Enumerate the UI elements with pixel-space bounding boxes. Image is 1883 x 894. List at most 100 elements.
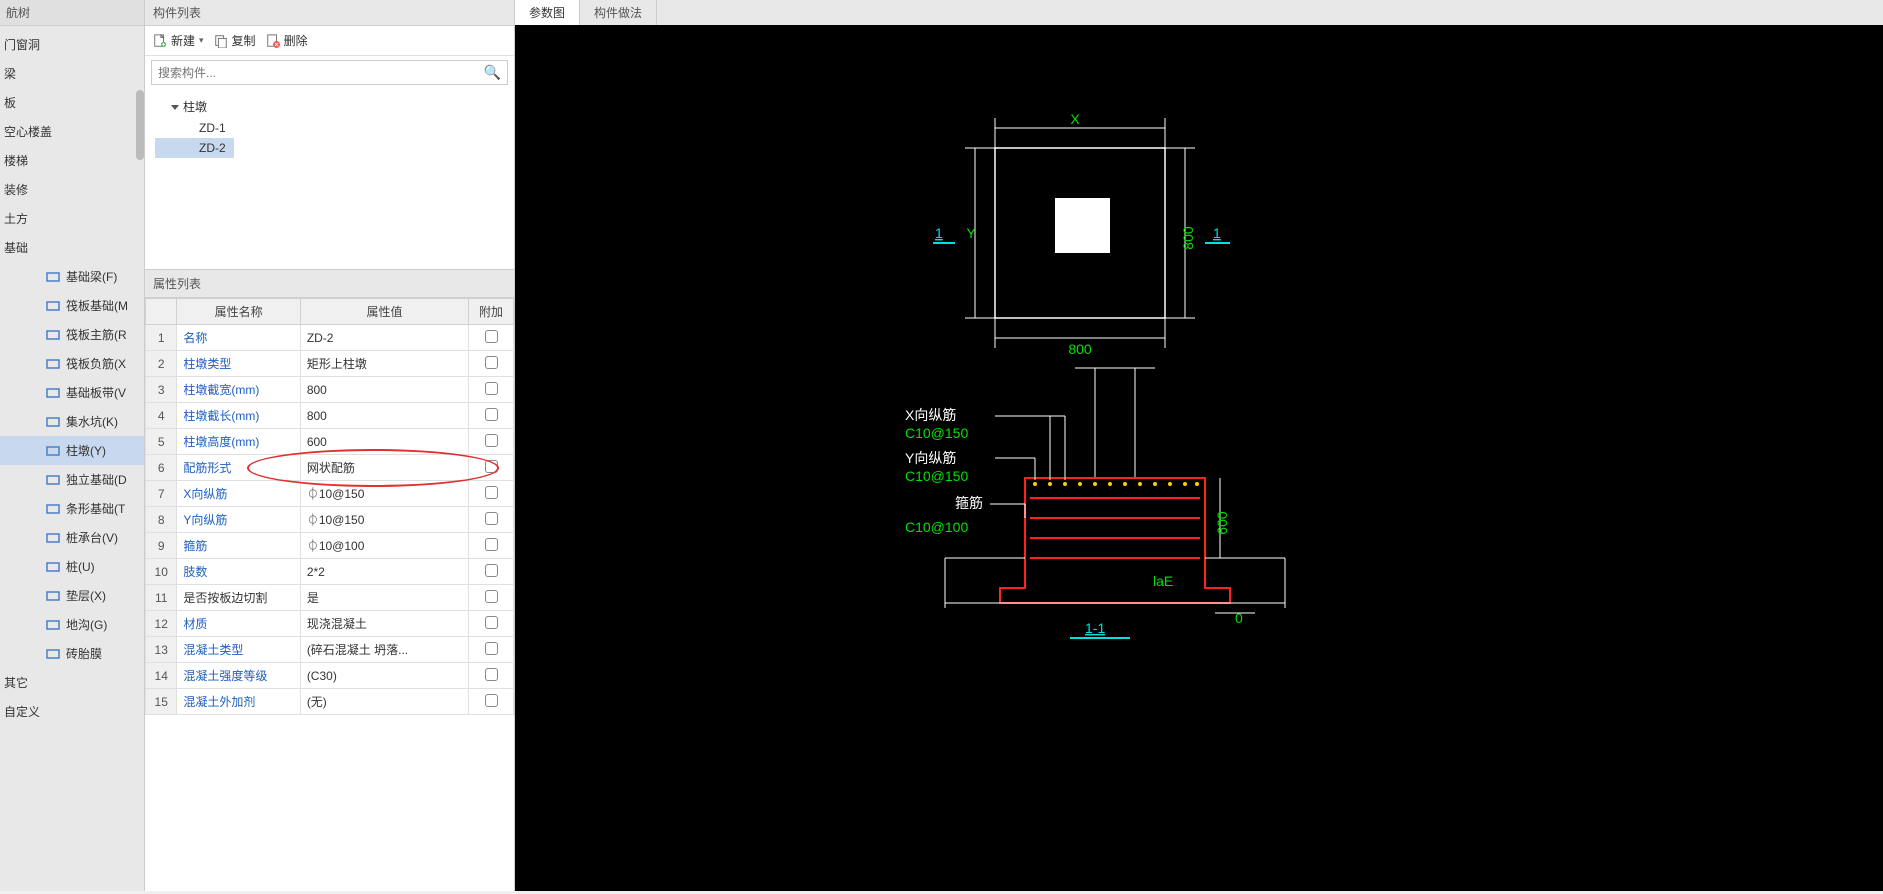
nav-item-7[interactable]: 基础	[0, 233, 144, 262]
prop-extra[interactable]	[469, 351, 514, 377]
component-item-0[interactable]: ZD-1	[155, 118, 504, 138]
prop-value[interactable]: ZD-2	[300, 325, 468, 351]
prop-extra[interactable]	[469, 429, 514, 455]
nav-item-4[interactable]: 楼梯	[0, 146, 144, 175]
prop-extra[interactable]	[469, 663, 514, 689]
checkbox-icon[interactable]	[485, 408, 498, 421]
checkbox-icon[interactable]	[485, 460, 498, 473]
component-item-1[interactable]: ZD-2	[155, 138, 234, 158]
nav-item-22[interactable]: 其它	[0, 668, 144, 697]
checkbox-icon[interactable]	[485, 590, 498, 603]
nav-item-17[interactable]: 桩承台(V)	[0, 523, 144, 552]
prop-extra[interactable]	[469, 559, 514, 585]
checkbox-icon[interactable]	[485, 616, 498, 629]
nav-item-10[interactable]: 筏板主筋(R	[0, 320, 144, 349]
property-row-14[interactable]: 14混凝土强度等级(C30)	[146, 663, 514, 689]
prop-extra[interactable]	[469, 585, 514, 611]
prop-value[interactable]: ⏀10@150	[300, 507, 468, 533]
checkbox-icon[interactable]	[485, 694, 498, 707]
nav-item-20[interactable]: 地沟(G)	[0, 610, 144, 639]
prop-value[interactable]: (无)	[300, 689, 468, 715]
prop-value[interactable]: 600	[300, 429, 468, 455]
nav-item-2[interactable]: 板	[0, 88, 144, 117]
prop-extra[interactable]	[469, 637, 514, 663]
checkbox-icon[interactable]	[485, 538, 498, 551]
delete-button[interactable]: 删除	[266, 32, 308, 49]
nav-item-19[interactable]: 垫层(X)	[0, 581, 144, 610]
nav-item-0[interactable]: 门窗洞	[0, 30, 144, 59]
prop-extra[interactable]	[469, 533, 514, 559]
prop-extra[interactable]	[469, 403, 514, 429]
checkbox-icon[interactable]	[485, 668, 498, 681]
nav-item-6[interactable]: 土方	[0, 204, 144, 233]
nav-item-12[interactable]: 基础板带(V	[0, 378, 144, 407]
property-row-6[interactable]: 6配筋形式网状配筋	[146, 455, 514, 481]
nav-item-11[interactable]: 筏板负筋(X	[0, 349, 144, 378]
prop-extra[interactable]	[469, 455, 514, 481]
prop-value[interactable]: (碎石混凝土 坍落...	[300, 637, 468, 663]
property-row-7[interactable]: 7X向纵筋⏀10@150	[146, 481, 514, 507]
checkbox-icon[interactable]	[485, 564, 498, 577]
checkbox-icon[interactable]	[485, 642, 498, 655]
prop-value[interactable]: 现浇混凝土	[300, 611, 468, 637]
nav-item-1[interactable]: 梁	[0, 59, 144, 88]
nav-item-23[interactable]: 自定义	[0, 697, 144, 726]
search-box[interactable]: 🔍	[151, 60, 508, 85]
prop-extra[interactable]	[469, 325, 514, 351]
nav-item-16[interactable]: 条形基础(T	[0, 494, 144, 523]
property-row-15[interactable]: 15混凝土外加剂(无)	[146, 689, 514, 715]
checkbox-icon[interactable]	[485, 330, 498, 343]
nav-item-18[interactable]: 桩(U)	[0, 552, 144, 581]
nav-item-13[interactable]: 集水坑(K)	[0, 407, 144, 436]
property-row-8[interactable]: 8Y向纵筋⏀10@150	[146, 507, 514, 533]
prop-name: 名称	[177, 325, 300, 351]
nav-item-14[interactable]: 柱墩(Y)	[0, 436, 144, 465]
nav-item-21[interactable]: 砖胎膜	[0, 639, 144, 668]
prop-value[interactable]: 网状配筋	[300, 455, 468, 481]
property-row-13[interactable]: 13混凝土类型(碎石混凝土 坍落...	[146, 637, 514, 663]
property-row-10[interactable]: 10肢数2*2	[146, 559, 514, 585]
prop-extra[interactable]	[469, 689, 514, 715]
prop-extra[interactable]	[469, 507, 514, 533]
section-mark-right: 1	[1213, 225, 1221, 241]
property-row-1[interactable]: 1名称ZD-2	[146, 325, 514, 351]
checkbox-icon[interactable]	[485, 512, 498, 525]
prop-value[interactable]: 800	[300, 403, 468, 429]
nav-item-5[interactable]: 装修	[0, 175, 144, 204]
property-row-2[interactable]: 2柱墩类型矩形上柱墩	[146, 351, 514, 377]
tree-root[interactable]: 柱墩	[155, 95, 504, 118]
property-row-5[interactable]: 5柱墩高度(mm)600	[146, 429, 514, 455]
property-row-12[interactable]: 12材质现浇混凝土	[146, 611, 514, 637]
diagram-canvas[interactable]: X Y 800 800 1 1	[515, 25, 1883, 891]
prop-value[interactable]: 2*2	[300, 559, 468, 585]
prop-value[interactable]: (C30)	[300, 663, 468, 689]
property-row-9[interactable]: 9箍筋⏀10@100	[146, 533, 514, 559]
prop-value[interactable]: 800	[300, 377, 468, 403]
nav-item-3[interactable]: 空心楼盖	[0, 117, 144, 146]
prop-value[interactable]: 是	[300, 585, 468, 611]
new-button[interactable]: 新建 ▾	[153, 32, 204, 49]
prop-extra[interactable]	[469, 481, 514, 507]
nav-item-8[interactable]: 基础梁(F)	[0, 262, 144, 291]
property-row-4[interactable]: 4柱墩截长(mm)800	[146, 403, 514, 429]
property-row-11[interactable]: 11是否按板边切割是	[146, 585, 514, 611]
copy-button[interactable]: 复制	[214, 32, 256, 49]
search-input[interactable]	[158, 66, 484, 80]
tab-component-method[interactable]: 构件做法	[580, 0, 657, 25]
nav-item-label: 自定义	[4, 705, 40, 719]
prop-extra[interactable]	[469, 611, 514, 637]
nav-item-15[interactable]: 独立基础(D	[0, 465, 144, 494]
prop-value[interactable]: ⏀10@150	[300, 481, 468, 507]
nav-scrollbar[interactable]	[136, 90, 144, 160]
checkbox-icon[interactable]	[485, 434, 498, 447]
nav-item-9[interactable]: 筏板基础(M	[0, 291, 144, 320]
prop-value[interactable]: 矩形上柱墩	[300, 351, 468, 377]
search-icon[interactable]: 🔍	[484, 64, 501, 81]
property-row-3[interactable]: 3柱墩截宽(mm)800	[146, 377, 514, 403]
prop-value[interactable]: ⏀10@100	[300, 533, 468, 559]
checkbox-icon[interactable]	[485, 486, 498, 499]
checkbox-icon[interactable]	[485, 356, 498, 369]
tab-param-diagram[interactable]: 参数图	[515, 0, 580, 25]
checkbox-icon[interactable]	[485, 382, 498, 395]
prop-extra[interactable]	[469, 377, 514, 403]
